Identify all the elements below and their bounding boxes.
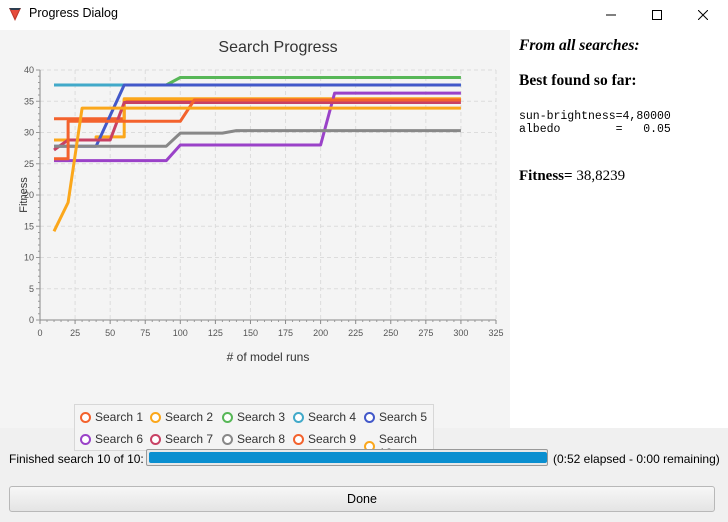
legend-marker-icon: [293, 411, 304, 423]
y-tick-label: 0: [29, 315, 34, 325]
legend-marker-icon: [293, 433, 304, 445]
x-tick-label: 0: [37, 328, 42, 338]
legend-item-search-5: Search 5: [364, 410, 427, 424]
y-tick-label: 15: [24, 221, 34, 231]
progress-label: Finished search 10 of 10:: [9, 452, 144, 466]
legend-label: Search 8: [237, 432, 286, 446]
legend-label: Search 7: [165, 432, 214, 446]
x-tick-label: 325: [488, 328, 503, 338]
legend-item-search-2: Search 2: [150, 410, 213, 424]
chart-title: Search Progress: [218, 39, 337, 56]
info-panel: From all searches: Best found so far: su…: [510, 30, 728, 428]
fitness-label: Fitness=: [519, 168, 573, 184]
best-found-heading: Best found so far:: [519, 72, 637, 89]
legend-label: Search 2: [165, 410, 214, 424]
search-progress-chart: 0 25 50 75 100 125 150 175 200 225 250 275 300 325 0 5 1…: [18, 39, 504, 364]
legend-marker-icon: [364, 411, 375, 423]
y-axis-label: Fitness: [18, 177, 30, 213]
legend-marker-icon: [150, 411, 161, 423]
progress-bar-fill: [149, 452, 547, 463]
x-tick-label: 50: [105, 328, 115, 338]
x-tick-label: 275: [418, 328, 433, 338]
y-tick-label: 10: [24, 253, 34, 263]
maximize-button[interactable]: [634, 0, 680, 30]
x-tick-label: 300: [453, 328, 468, 338]
legend-item-search-4: Search 4: [293, 410, 356, 424]
minimize-button[interactable]: [588, 0, 634, 30]
legend-marker-icon: [222, 433, 233, 445]
best-parameters: sun-brightness=4,80000 albedo = 0.05: [519, 110, 671, 136]
legend-marker-icon: [80, 433, 91, 445]
legend-item-search-7: Search 7: [150, 432, 213, 446]
legend-label: Search 9: [308, 432, 357, 446]
legend-label: Search 3: [237, 410, 286, 424]
legend-label: Search 6: [95, 432, 144, 446]
x-tick-label: 150: [243, 328, 258, 338]
x-axis-label: # of model runs: [227, 350, 310, 364]
fitness-readout: Fitness= 38,8239: [519, 168, 625, 185]
legend-marker-icon: [222, 411, 233, 423]
legend-label: Search 5: [379, 410, 428, 424]
close-button[interactable]: [680, 0, 726, 30]
minimize-icon: [606, 14, 616, 16]
chart-panel: 0 25 50 75 100 125 150 175 200 225 250 275 300 325 0 5 1…: [0, 30, 510, 460]
window-title: Progress Dialog: [29, 6, 118, 20]
legend-item-search-8: Search 8: [222, 432, 285, 446]
legend-marker-icon: [150, 433, 161, 445]
progress-bar: [146, 449, 548, 466]
x-tick-label: 75: [140, 328, 150, 338]
x-tick-label: 25: [70, 328, 80, 338]
y-tick-label: 25: [24, 159, 34, 169]
legend-item-search-9: Search 9: [293, 432, 356, 446]
x-tick-label: 125: [208, 328, 223, 338]
title-bar: Progress Dialog: [0, 0, 728, 30]
y-tick-label: 40: [24, 65, 34, 75]
x-tick-label: 100: [173, 328, 188, 338]
x-tick-label: 225: [348, 328, 363, 338]
legend-item-search-6: Search 6: [80, 432, 143, 446]
chart-legend: Search 1 Search 2 Search 3 Search 4 Search 5…: [74, 404, 434, 460]
y-tick-label: 30: [24, 128, 34, 138]
x-tick-label: 200: [313, 328, 328, 338]
legend-marker-icon: [80, 411, 91, 423]
x-tick-label: 250: [383, 328, 398, 338]
y-tick-label: 35: [24, 96, 34, 106]
legend-item-search-1: Search 1: [80, 410, 143, 424]
legend-item-search-3: Search 3: [222, 410, 285, 424]
elapsed-time: (0:52 elapsed - 0:00 remaining): [553, 452, 720, 466]
y-tick-label: 5: [29, 284, 34, 294]
all-searches-heading: From all searches:: [519, 37, 640, 54]
maximize-icon: [652, 10, 662, 20]
done-button[interactable]: Done: [9, 486, 715, 512]
app-icon: [9, 8, 21, 21]
legend-label: Search 4: [308, 410, 357, 424]
fitness-value: 38,8239: [572, 168, 626, 184]
legend-label: Search 1: [95, 410, 144, 424]
x-tick-label: 175: [278, 328, 293, 338]
close-icon: [698, 10, 708, 20]
